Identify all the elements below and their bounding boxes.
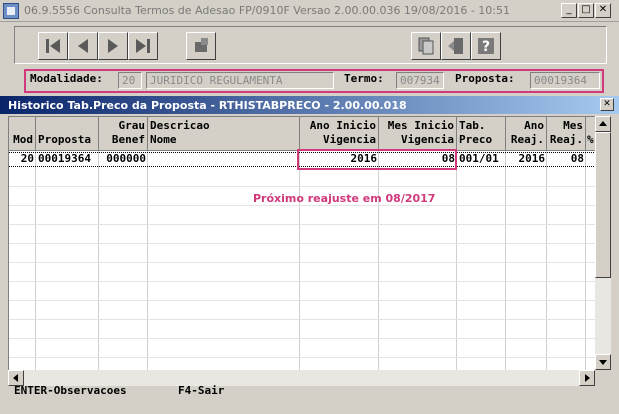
app-icon: [3, 3, 19, 19]
reajuste-note: Próximo reajuste em 08/2017: [253, 192, 436, 205]
exit-button[interactable]: [441, 32, 471, 60]
maximize-button[interactable]: □: [578, 3, 594, 18]
row-divider: [9, 338, 595, 339]
scrollbar-corner: [595, 370, 611, 386]
row-divider: [9, 319, 595, 320]
zoom-button[interactable]: [186, 32, 216, 60]
proposta-field[interactable]: 00019364: [530, 72, 600, 89]
modalidade-label: Modalidade:: [30, 72, 103, 85]
termo-field[interactable]: 007934: [396, 72, 444, 89]
enter-observacoes-hint[interactable]: ENTER-Observacoes: [14, 384, 127, 397]
cell-descricao-nome: [148, 152, 300, 167]
svg-text:?: ?: [482, 39, 490, 55]
help-button[interactable]: ?: [471, 32, 501, 60]
vertical-scroll-thumb[interactable]: [595, 132, 611, 278]
header-ano-inicio-vigencia[interactable]: Ano Inicio Vigencia: [300, 117, 379, 151]
header-ano-reaj[interactable]: Ano Reaj.: [506, 117, 547, 151]
f4-sair-hint[interactable]: F4-Sair: [178, 384, 224, 397]
last-record-button[interactable]: [128, 32, 158, 60]
header-mes-inicio-vigencia[interactable]: Mes Inicio Vigencia: [379, 117, 457, 151]
zoom-icon: [195, 38, 208, 52]
row-divider: [9, 224, 595, 225]
row-divider: [9, 281, 595, 282]
modalidade-code-field[interactable]: 20: [118, 72, 142, 89]
arrow-right-icon: [585, 374, 590, 382]
cell-mes-reaj: 08: [570, 152, 584, 165]
arrow-down-icon: [599, 360, 607, 365]
first-record-button[interactable]: [38, 32, 68, 60]
close-button[interactable]: ✕: [595, 3, 611, 18]
modalidade-desc-field[interactable]: JURIDICO REGULAMENTA: [146, 72, 334, 89]
next-record-button[interactable]: [98, 32, 128, 60]
row-divider: [9, 243, 595, 244]
header-percent[interactable]: %: [586, 117, 595, 151]
row-divider: [9, 357, 595, 358]
row-divider: [9, 205, 595, 206]
scroll-down-button[interactable]: [595, 354, 611, 370]
dialog-close-button[interactable]: ✕: [600, 98, 614, 111]
arrow-up-icon: [599, 121, 607, 126]
header-grau-benef[interactable]: Grau Benef: [99, 117, 148, 151]
header-mod[interactable]: Mod: [9, 117, 36, 151]
scroll-up-button[interactable]: [595, 116, 611, 132]
vigencia-highlight: [297, 149, 457, 170]
header-proposta[interactable]: Proposta: [36, 117, 99, 151]
next-record-icon: [108, 39, 118, 53]
last-record-icon: [136, 39, 150, 53]
window-title: 06.9.5556 Consulta Termos de Adesao FP/0…: [24, 4, 510, 17]
header-tab-preco[interactable]: Tab. Preco: [457, 117, 506, 151]
cell-ano-reaj: 2016: [518, 152, 546, 165]
cell-proposta: 00019364: [38, 152, 91, 165]
cell-grau-benef: 000000: [106, 152, 146, 165]
first-record-icon: [46, 39, 60, 53]
termo-label: Termo:: [344, 72, 384, 85]
minimize-button[interactable]: _: [561, 3, 577, 18]
row-divider: [9, 186, 595, 187]
previous-record-button[interactable]: [68, 32, 98, 60]
previous-record-icon: [78, 39, 88, 53]
cell-mod: 20: [20, 152, 34, 165]
scroll-right-button[interactable]: [579, 370, 595, 386]
row-divider: [9, 262, 595, 263]
copy-button[interactable]: [411, 32, 441, 60]
exit-icon: [448, 38, 463, 54]
row-divider: [9, 300, 595, 301]
proposta-label: Proposta:: [455, 72, 515, 85]
header-descricao-nome[interactable]: Descricao Nome: [148, 117, 300, 151]
cell-tab-preco: 001/01: [459, 152, 499, 165]
arrow-left-icon: [13, 374, 18, 382]
header-mes-reaj[interactable]: Mes Reaj.: [547, 117, 586, 151]
copy-icon: [418, 37, 434, 55]
cell-percent: [586, 152, 595, 167]
help-icon: ?: [478, 38, 494, 55]
dialog-title: Historico Tab.Preco da Proposta - RTHIST…: [8, 99, 407, 112]
